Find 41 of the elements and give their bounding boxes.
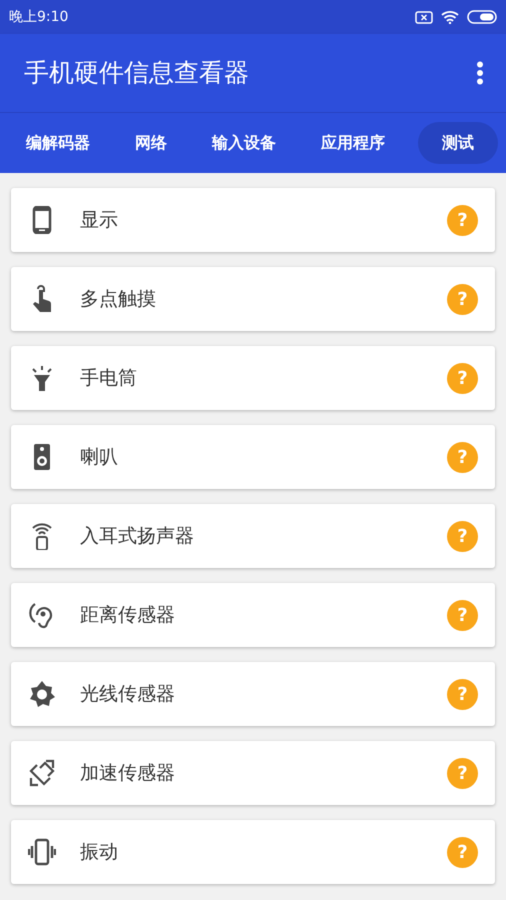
- vibration-icon: [28, 838, 56, 866]
- more-options-icon[interactable]: [476, 61, 484, 85]
- brightness-icon: [28, 680, 56, 708]
- status-badge: ?: [447, 284, 478, 314]
- tab[interactable]: 编解码器: [14, 122, 102, 164]
- status-badge: ?: [447, 600, 478, 630]
- status-badge: ?: [447, 520, 478, 552]
- test-card[interactable]: 手电筒 ?: [11, 346, 495, 410]
- test-card[interactable]: 振动 ?: [11, 820, 495, 884]
- tab[interactable]: 网络: [123, 122, 179, 164]
- test-label: 多点触摸: [80, 286, 157, 312]
- screen-rotation-icon: [28, 759, 56, 787]
- status-badge: ?: [447, 362, 478, 394]
- tab[interactable]: 测试: [418, 122, 498, 164]
- test-label: 显示: [80, 208, 119, 233]
- test-card[interactable]: 入耳式扬声器 ?: [11, 504, 495, 568]
- test-label: 加速传感器: [80, 760, 176, 786]
- battery-icon: [467, 10, 497, 24]
- status-time: 晚上9:10: [9, 8, 68, 26]
- tab[interactable]: 应用程序: [309, 122, 397, 164]
- test-card[interactable]: 距离传感器 ?: [11, 583, 495, 647]
- status-badge: ?: [447, 204, 478, 236]
- test-card[interactable]: 喇叭 ?: [11, 425, 495, 489]
- status-badge: ?: [447, 678, 478, 710]
- status-badge: ?: [447, 836, 478, 868]
- test-card[interactable]: 光线传感器 ?: [11, 662, 495, 726]
- sim-icon: [415, 10, 433, 24]
- status-badge: ?: [447, 758, 478, 788]
- test-label: 振动: [80, 840, 119, 865]
- app-title: 手机硬件信息查看器: [24, 57, 249, 90]
- test-label: 距离传感器: [80, 602, 176, 628]
- test-label: 光线传感器: [80, 682, 176, 707]
- test-card[interactable]: 多点触摸 ?: [11, 267, 495, 331]
- test-label: 入耳式扬声器: [80, 524, 195, 549]
- test-card[interactable]: 加速传感器 ?: [11, 741, 495, 805]
- tab[interactable]: 输入设备: [200, 122, 288, 164]
- status-badge: ?: [447, 442, 478, 472]
- test-label: 喇叭: [80, 444, 119, 470]
- test-label: 手电筒: [80, 366, 138, 391]
- wifi-icon: [441, 10, 459, 24]
- test-card[interactable]: 显示 ?: [11, 188, 495, 252]
